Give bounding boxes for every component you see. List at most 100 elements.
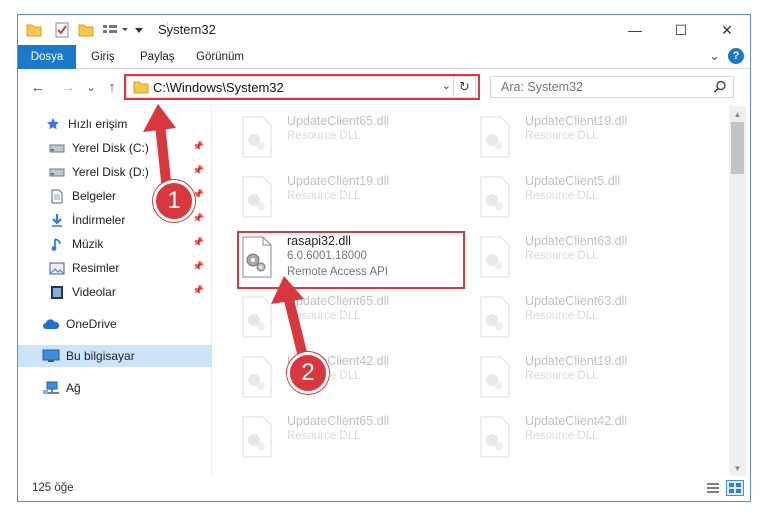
- sidebar-item-label: OneDrive: [66, 317, 117, 331]
- customize-toolbar-icon[interactable]: [102, 21, 130, 39]
- file-description: Resource DLL: [525, 370, 599, 382]
- recent-locations-button[interactable]: ⌄: [84, 77, 98, 97]
- file-name: UpdateClient65.dll: [287, 294, 390, 308]
- search-box[interactable]: Ara: System32: [490, 76, 734, 98]
- tab-home[interactable]: Giriş: [85, 45, 121, 69]
- dll-file-icon: [242, 416, 272, 458]
- scroll-thumb[interactable]: [731, 122, 744, 174]
- video-icon: [48, 284, 66, 300]
- sidebar-item-label: Müzik: [72, 237, 104, 251]
- pin-icon[interactable]: 📌: [193, 261, 204, 272]
- title-bar: System32 — ☐ ✕: [18, 15, 750, 45]
- sidebar-item-videos[interactable]: Videolar 📌: [18, 281, 212, 303]
- search-placeholder: Ara: System32: [501, 80, 583, 94]
- drive-icon: [48, 140, 66, 156]
- sidebar-item-network[interactable]: Ağ: [18, 377, 212, 399]
- file-description: Resource DLL: [525, 190, 599, 202]
- minimize-button[interactable]: —: [612, 15, 658, 45]
- file-name: UpdateClient65.dll: [287, 114, 390, 128]
- folder-icon: [26, 21, 42, 39]
- sidebar-item-this-pc[interactable]: Bu bilgisayar: [18, 345, 212, 367]
- sidebar-item-local-disk-c[interactable]: Yerel Disk (C:) 📌: [18, 137, 212, 159]
- sidebar-item-label: Yerel Disk (D:): [72, 165, 149, 179]
- help-icon[interactable]: ?: [728, 48, 744, 64]
- properties-icon[interactable]: [54, 21, 70, 39]
- address-highlight: [124, 74, 480, 100]
- dll-file-icon: [480, 296, 510, 338]
- sidebar-item-music[interactable]: Müzik 📌: [18, 233, 212, 255]
- network-icon: [42, 380, 60, 396]
- pictures-icon: [48, 260, 66, 276]
- status-bar: 125 öğe: [18, 476, 750, 501]
- pin-icon[interactable]: 📌: [193, 165, 204, 176]
- close-button[interactable]: ✕: [704, 15, 750, 45]
- file-description: Resource DLL: [525, 310, 599, 322]
- scroll-down-arrow-icon[interactable]: ▼: [729, 460, 746, 476]
- sidebar-item-label: Hızlı erişim: [68, 117, 128, 131]
- forward-button[interactable]: →: [58, 77, 78, 97]
- sidebar-item-quick-access[interactable]: Hızlı erişim: [18, 113, 212, 135]
- file-item[interactable]: UpdateClient63.dll Resource DLL: [451, 290, 681, 344]
- tab-view[interactable]: Görünüm: [190, 45, 250, 69]
- dll-file-icon: [480, 416, 510, 458]
- sidebar-item-label: Ağ: [66, 381, 81, 395]
- drive-icon: [48, 164, 66, 180]
- pin-icon[interactable]: 📌: [193, 285, 204, 296]
- dll-file-icon: [242, 296, 272, 338]
- sidebar-item-pictures[interactable]: Resimler 📌: [18, 257, 212, 279]
- expand-ribbon-icon[interactable]: ⌄: [709, 48, 720, 64]
- file-name: UpdateClient63.dll: [525, 294, 628, 308]
- file-name: UpdateClient19.dll: [525, 354, 628, 368]
- file-list: UpdateClient65.dll Resource DLL UpdateCl…: [213, 106, 729, 476]
- tab-share[interactable]: Paylaş: [134, 45, 181, 69]
- navigation-pane: Hızlı erişim Yerel Disk (C:) 📌 Yerel Dis…: [18, 106, 212, 476]
- file-item[interactable]: UpdateClient19.dll Resource DLL: [451, 350, 681, 404]
- pin-icon[interactable]: 📌: [193, 213, 204, 224]
- file-name: UpdateClient65.dll: [287, 414, 390, 428]
- dll-file-icon: [242, 116, 272, 158]
- explorer-window: System32 — ☐ ✕ Dosya Giriş Paylaş Görünü…: [0, 0, 769, 528]
- file-description: Resource DLL: [525, 430, 599, 442]
- download-icon: [48, 212, 66, 228]
- sidebar-item-label: Videolar: [72, 285, 116, 299]
- file-item[interactable]: UpdateClient19.dll Resource DLL: [451, 110, 681, 164]
- file-item[interactable]: UpdateClient63.dll Resource DLL: [451, 230, 681, 284]
- vertical-scrollbar[interactable]: ▲ ▼: [729, 106, 746, 476]
- dropdown-arrow-icon[interactable]: [134, 21, 144, 39]
- callout-badge-2: 2: [287, 352, 329, 394]
- file-item[interactable]: UpdateClient19.dll Resource DLL: [213, 170, 443, 224]
- dll-file-icon: [480, 116, 510, 158]
- details-view-icon[interactable]: [704, 480, 722, 496]
- back-button[interactable]: ←: [28, 77, 48, 97]
- document-icon: [48, 188, 66, 204]
- tab-file[interactable]: Dosya: [18, 45, 76, 69]
- sidebar-item-onedrive[interactable]: OneDrive: [18, 313, 212, 335]
- file-item[interactable]: UpdateClient65.dll Resource DLL: [213, 290, 443, 344]
- pin-icon[interactable]: 📌: [193, 237, 204, 248]
- sidebar-item-local-disk-d[interactable]: Yerel Disk (D:) 📌: [18, 161, 212, 183]
- file-name: UpdateClient63.dll: [525, 234, 628, 248]
- new-folder-icon[interactable]: [78, 21, 94, 39]
- file-description: Resource DLL: [525, 130, 599, 142]
- sidebar-item-label: Resimler: [72, 261, 120, 275]
- sidebar-item-label: İndirmeler: [72, 213, 126, 227]
- file-item[interactable]: UpdateClient65.dll Resource DLL: [213, 110, 443, 164]
- tiles-view-icon[interactable]: [726, 480, 744, 496]
- cloud-icon: [42, 316, 60, 332]
- file-description: Resource DLL: [525, 250, 599, 262]
- dll-file-icon: [242, 356, 272, 398]
- music-icon: [48, 236, 66, 252]
- scroll-up-arrow-icon[interactable]: ▲: [729, 106, 746, 122]
- window-title: System32: [158, 22, 216, 37]
- file-item[interactable]: UpdateClient65.dll Resource DLL: [213, 410, 443, 464]
- maximize-button[interactable]: ☐: [658, 15, 704, 45]
- file-name: UpdateClient19.dll: [525, 114, 628, 128]
- up-button[interactable]: ↑: [102, 77, 122, 97]
- file-item[interactable]: UpdateClient42.dll Resource DLL: [451, 410, 681, 464]
- search-icon[interactable]: [713, 80, 727, 97]
- file-item[interactable]: UpdateClient5.dll Resource DLL: [451, 170, 681, 224]
- dll-file-icon: [480, 356, 510, 398]
- dll-file-icon: [480, 176, 510, 218]
- item-count: 125 öğe: [32, 482, 74, 494]
- pin-icon[interactable]: 📌: [193, 141, 204, 152]
